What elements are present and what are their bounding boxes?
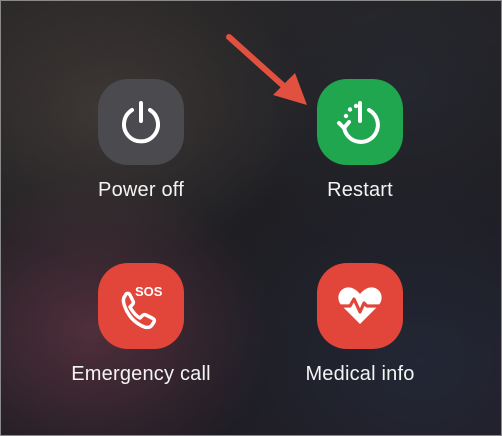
power-icon — [122, 101, 160, 144]
emergency-call-button[interactable]: SOS Emergency call — [31, 263, 251, 386]
emergency-call-label: Emergency call — [71, 363, 211, 385]
medical-info-button[interactable]: Medical info — [250, 263, 470, 386]
power-off-label: Power off — [98, 179, 184, 201]
power-off-button[interactable]: Power off — [31, 79, 251, 202]
medical-info-label: Medical info — [305, 363, 415, 385]
restart-icon — [337, 101, 380, 144]
restart-icon-box[interactable] — [317, 79, 403, 165]
sos-phone-icon: SOS — [121, 284, 163, 330]
restart-button[interactable]: Restart — [250, 79, 470, 202]
restart-label: Restart — [327, 179, 393, 201]
medical-info-icon-box[interactable] — [317, 263, 403, 349]
heart-pulse-icon — [337, 287, 383, 324]
sos-text: SOS — [135, 284, 163, 299]
power-menu-screen: Power off Restart SOS Emergency call Med… — [0, 0, 502, 436]
power-off-icon-box[interactable] — [98, 79, 184, 165]
emergency-call-icon-box[interactable]: SOS — [98, 263, 184, 349]
